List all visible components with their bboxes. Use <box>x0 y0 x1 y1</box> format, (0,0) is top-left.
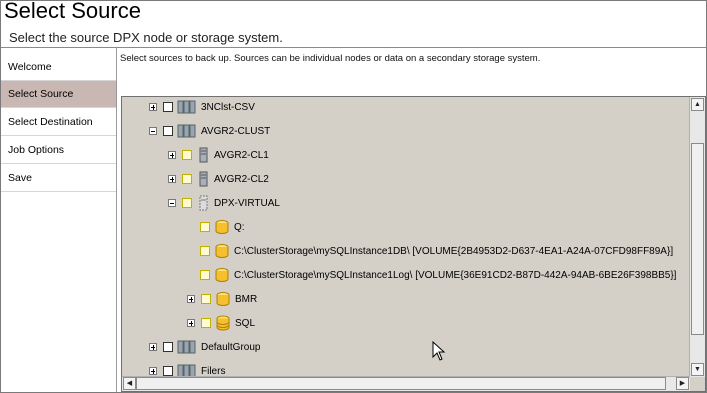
vertical-scroll-thumb[interactable] <box>691 143 704 335</box>
node-checkbox[interactable] <box>200 270 210 280</box>
wizard-window: Select Source Select the source DPX node… <box>0 0 707 393</box>
horizontal-scrollbar[interactable]: ◀ ▶ <box>122 376 690 391</box>
expand-icon[interactable] <box>149 343 157 351</box>
tree-node-sql-db-volume[interactable]: C:\ClusterStorage\mySQLInstance1DB\ [VOL… <box>200 241 673 261</box>
node-checkbox[interactable] <box>182 198 192 208</box>
tree-node-bmr[interactable]: BMR <box>187 289 257 309</box>
node-checkbox[interactable] <box>163 342 173 352</box>
node-label: AVGR2-CL1 <box>214 149 269 161</box>
node-checkbox[interactable] <box>201 318 211 328</box>
cluster-icon <box>177 124 196 138</box>
nav-item-welcome[interactable]: Welcome <box>1 54 116 81</box>
expand-icon[interactable] <box>168 175 176 183</box>
collapse-icon[interactable] <box>168 199 176 207</box>
expand-icon[interactable] <box>187 295 195 303</box>
cluster-icon <box>177 340 196 354</box>
node-checkbox[interactable] <box>163 366 173 376</box>
database-icon <box>216 315 230 331</box>
horizontal-scroll-thumb[interactable] <box>136 377 666 390</box>
tree-node-dpx-virtual[interactable]: DPX-VIRTUAL <box>168 193 280 213</box>
node-label: BMR <box>235 293 258 305</box>
node-checkbox[interactable] <box>182 150 192 160</box>
scroll-down-arrow-icon[interactable]: ▼ <box>691 363 704 376</box>
node-checkbox[interactable] <box>200 246 210 256</box>
scrollbar-corner <box>690 377 705 391</box>
node-label: 3NClst-CSV <box>201 101 255 113</box>
node-label: Q: <box>234 221 245 233</box>
instruction-text: Select sources to back up. Sources can b… <box>120 53 541 64</box>
tree-node-defaultgroup[interactable]: DefaultGroup <box>149 337 260 357</box>
wizard-header: Select Source Select the source DPX node… <box>1 0 706 48</box>
expand-icon[interactable] <box>168 151 176 159</box>
tree-node-sql-log-volume[interactable]: C:\ClusterStorage\mySQLInstance1Log\ [VO… <box>200 265 676 285</box>
server-icon <box>199 147 208 163</box>
tree-node-3nclst-csv[interactable]: 3NClst-CSV <box>149 97 255 117</box>
scroll-right-arrow-icon[interactable]: ▶ <box>676 377 689 390</box>
source-tree[interactable]: 3NClst-CSV AVGR2-CLUST AVGR2-CL1 AVGR2-C… <box>121 96 706 392</box>
volume-icon <box>216 292 230 306</box>
node-checkbox[interactable] <box>163 102 173 112</box>
node-checkbox[interactable] <box>201 294 211 304</box>
node-label: C:\ClusterStorage\mySQLInstance1Log\ [VO… <box>234 269 677 281</box>
expand-icon[interactable] <box>187 319 195 327</box>
node-checkbox[interactable] <box>182 174 192 184</box>
virtual-server-icon <box>199 195 208 211</box>
wizard-step-nav: Welcome Select Source Select Destination… <box>1 48 117 392</box>
node-checkbox[interactable] <box>200 222 210 232</box>
volume-icon <box>215 268 229 282</box>
nav-item-select-destination[interactable]: Select Destination <box>1 109 116 136</box>
scroll-up-arrow-icon[interactable]: ▲ <box>691 98 704 111</box>
tree-node-avgr2-cl1[interactable]: AVGR2-CL1 <box>168 145 269 165</box>
mouse-cursor-icon <box>432 341 446 361</box>
node-label: DPX-VIRTUAL <box>214 197 280 209</box>
volume-icon <box>215 220 229 234</box>
page-title: Select Source <box>4 0 141 23</box>
node-label: AVGR2-CL2 <box>214 173 269 185</box>
nav-item-job-options[interactable]: Job Options <box>1 137 116 164</box>
expand-icon[interactable] <box>149 103 157 111</box>
node-label: C:\ClusterStorage\mySQLInstance1DB\ [VOL… <box>234 245 674 257</box>
scroll-left-arrow-icon[interactable]: ◀ <box>123 377 136 390</box>
cluster-icon <box>177 100 196 114</box>
nav-item-select-source[interactable]: Select Source <box>1 81 116 108</box>
collapse-icon[interactable] <box>149 127 157 135</box>
server-icon <box>199 171 208 187</box>
tree-node-avgr2-clust[interactable]: AVGR2-CLUST <box>149 121 270 141</box>
nav-item-save[interactable]: Save <box>1 165 116 192</box>
tree-node-sql[interactable]: SQL <box>187 313 255 333</box>
main-panel: Select sources to back up. Sources can b… <box>117 48 706 392</box>
node-label: DefaultGroup <box>201 341 261 353</box>
expand-icon[interactable] <box>149 367 157 375</box>
tree-node-q-drive[interactable]: Q: <box>200 217 245 237</box>
tree-node-avgr2-cl2[interactable]: AVGR2-CL2 <box>168 169 269 189</box>
page-subtitle: Select the source DPX node or storage sy… <box>9 30 283 45</box>
node-label: Filers <box>201 365 226 377</box>
node-label: AVGR2-CLUST <box>201 125 271 137</box>
volume-icon <box>215 244 229 258</box>
node-label: SQL <box>235 317 256 329</box>
vertical-scrollbar[interactable]: ▲ ▼ <box>689 97 705 391</box>
node-checkbox[interactable] <box>163 126 173 136</box>
